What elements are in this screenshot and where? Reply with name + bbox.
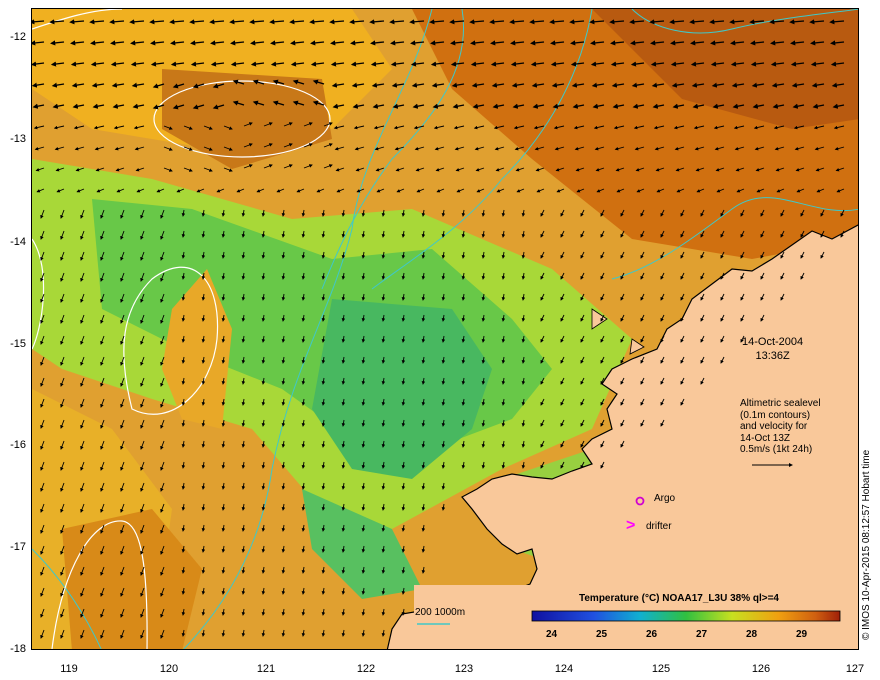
colorbar-title: Temperature (°C) NOAA17_L3U 38% ql>=4 [579, 593, 779, 604]
y-tick: -12 [10, 31, 26, 43]
altimetry-line-5: 0.5m/s (1kt 24h) [740, 444, 813, 455]
drifter-label: drifter [646, 521, 672, 532]
y-tick: -16 [10, 439, 26, 451]
altimetry-line-3: and velocity for [740, 421, 808, 432]
x-tick: 119 [60, 663, 78, 675]
altimetry-note: Altimetric sealevel (0.1m contours) and … [740, 398, 821, 456]
colorbar-tick: 24 [546, 629, 558, 640]
credit-text: © IMOS 10-Apr-2015 08:12:57 Hobart time [861, 449, 872, 640]
altimetry-line-4: 14-Oct 13Z [740, 432, 791, 444]
x-tick: 121 [256, 663, 276, 675]
colorbar-tick: 25 [596, 629, 608, 640]
colorbar [531, 610, 841, 622]
x-tick: 120 [159, 663, 179, 675]
argo-label: Argo [654, 493, 676, 504]
time-text: 13:36Z [755, 350, 790, 362]
colorbar-tick: 28 [746, 629, 758, 640]
y-tick: -17 [10, 541, 26, 553]
colorbar-tick: 26 [646, 629, 658, 640]
altimetry-line-2: (0.1m contours) [740, 409, 811, 421]
x-tick: 123 [454, 663, 474, 675]
sst-map[interactable] [32, 9, 859, 650]
x-tick: 122 [356, 663, 376, 675]
map-frame[interactable]: 14-Oct-2004 13:36Z Altimetric sealevel (… [31, 8, 859, 650]
drifter-marker[interactable]: > [626, 517, 635, 535]
x-tick: 125 [651, 663, 671, 675]
date-time-label: 14-Oct-2004 13:36Z [742, 335, 803, 363]
y-tick: -14 [10, 236, 26, 248]
y-tick: -18 [10, 643, 26, 655]
x-tick: 126 [751, 663, 771, 675]
y-tick: -15 [10, 338, 26, 350]
colorbar-tick: 29 [796, 629, 808, 640]
date-text: 14-Oct-2004 [742, 336, 804, 348]
altimetry-line-1: Altimetric sealevel [740, 398, 821, 409]
colorbar-tick: 27 [696, 629, 708, 640]
x-tick: 127 [845, 663, 865, 675]
bathymetry-label: 200 1000m [415, 607, 466, 618]
x-tick: 124 [554, 663, 574, 675]
y-tick: -13 [10, 133, 26, 145]
